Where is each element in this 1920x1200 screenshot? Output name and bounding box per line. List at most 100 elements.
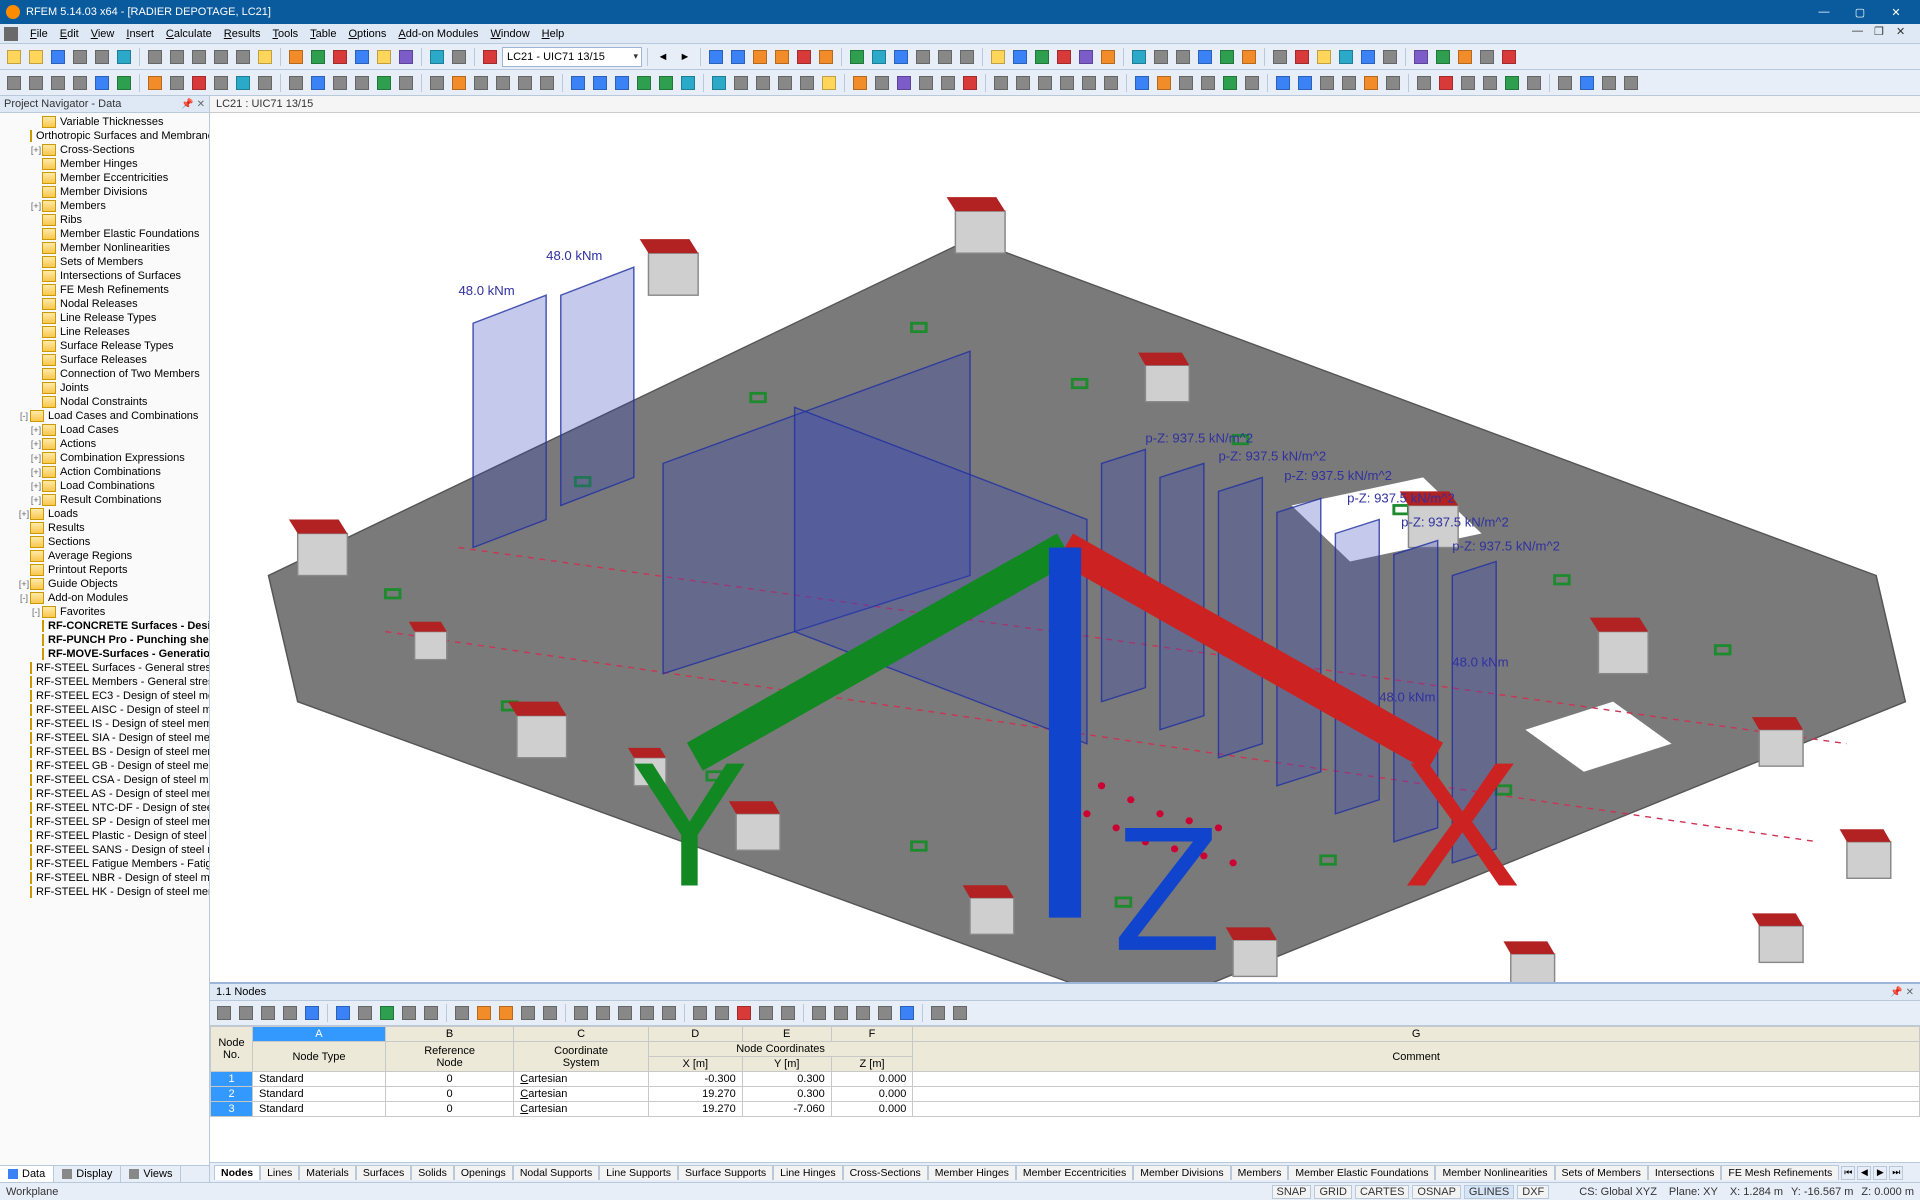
tb2-btn-53[interactable]: [1242, 73, 1262, 93]
tb2-btn-17[interactable]: [396, 73, 416, 93]
table-tb-btn-19[interactable]: [659, 1003, 679, 1023]
tb1b-btn-18[interactable]: [1129, 47, 1149, 67]
tb1a-btn-3[interactable]: [70, 47, 90, 67]
tb2-btn-65[interactable]: [1524, 73, 1544, 93]
tb2-btn-27[interactable]: [634, 73, 654, 93]
tb1b-btn-24[interactable]: [1270, 47, 1290, 67]
tb1a-btn-14[interactable]: [330, 47, 350, 67]
table-tab-member-nonlinearities[interactable]: Member Nonlinearities: [1435, 1165, 1554, 1180]
tree-item[interactable]: Variable Thicknesses: [0, 115, 209, 129]
tree-item[interactable]: Member Elastic Foundations: [0, 227, 209, 241]
tree-item[interactable]: [+]Cross-Sections: [0, 143, 209, 157]
tb2-btn-56[interactable]: [1317, 73, 1337, 93]
table-tb-btn-26[interactable]: [831, 1003, 851, 1023]
tree-item[interactable]: RF-STEEL SIA - Design of steel members…: [0, 731, 209, 745]
tb2-btn-1[interactable]: [26, 73, 46, 93]
tree-item[interactable]: Member Eccentricities: [0, 171, 209, 185]
table-tab-openings[interactable]: Openings: [454, 1165, 513, 1180]
tb2-btn-32[interactable]: [753, 73, 773, 93]
table-tb-btn-1[interactable]: [236, 1003, 256, 1023]
table-tab-nav[interactable]: ◀: [1857, 1166, 1871, 1180]
tb2-btn-29[interactable]: [678, 73, 698, 93]
table-tab-line-supports[interactable]: Line Supports: [599, 1165, 678, 1180]
navigator-tree[interactable]: Variable ThicknessesOrthotropic Surfaces…: [0, 113, 209, 1165]
tb1b-btn-17[interactable]: [1098, 47, 1118, 67]
tb1a-btn-13[interactable]: [308, 47, 328, 67]
table-tb-btn-2[interactable]: [258, 1003, 278, 1023]
tree-item[interactable]: FE Mesh Refinements: [0, 283, 209, 297]
table-tb-btn-10[interactable]: [452, 1003, 472, 1023]
tree-item[interactable]: RF-STEEL EC3 - Design of steel member…: [0, 689, 209, 703]
tb1a-btn-8[interactable]: [189, 47, 209, 67]
tb2-btn-8[interactable]: [189, 73, 209, 93]
table-tb-btn-14[interactable]: [540, 1003, 560, 1023]
menu-calculate[interactable]: Calculate: [160, 26, 218, 42]
tb2-btn-7[interactable]: [167, 73, 187, 93]
tb2-btn-67[interactable]: [1577, 73, 1597, 93]
table-tb-btn-15[interactable]: [571, 1003, 591, 1023]
mdi-minimize[interactable]: —: [1852, 25, 1872, 43]
tree-item[interactable]: Intersections of Surfaces: [0, 269, 209, 283]
tree-item[interactable]: [+]Combination Expressions: [0, 451, 209, 465]
tb2-btn-31[interactable]: [731, 73, 751, 93]
tb2-btn-20[interactable]: [471, 73, 491, 93]
tb1b-btn-3[interactable]: [772, 47, 792, 67]
table-tb-btn-24[interactable]: [778, 1003, 798, 1023]
tb1b-btn-28[interactable]: [1358, 47, 1378, 67]
tb1b-btn-15[interactable]: [1054, 47, 1074, 67]
tb2-btn-35[interactable]: [819, 73, 839, 93]
tree-item[interactable]: Surface Releases: [0, 353, 209, 367]
tb2-btn-37[interactable]: [872, 73, 892, 93]
tb1b-btn-22[interactable]: [1217, 47, 1237, 67]
tree-item[interactable]: Results: [0, 521, 209, 535]
table-grid[interactable]: NodeNo.ABCDEFGNode TypeReferenceNodeCoor…: [210, 1026, 1920, 1162]
tb2-btn-58[interactable]: [1361, 73, 1381, 93]
table-tb-btn-13[interactable]: [518, 1003, 538, 1023]
tb1a-btn-7[interactable]: [167, 47, 187, 67]
table-tab-nav[interactable]: ⏮: [1841, 1166, 1855, 1180]
tb1a-btn-17[interactable]: [396, 47, 416, 67]
tb1b-btn-33[interactable]: [1477, 47, 1497, 67]
tb2-btn-30[interactable]: [709, 73, 729, 93]
tb2-btn-47[interactable]: [1101, 73, 1121, 93]
table-row[interactable]: 2Standard0Cartesian19.2700.3000.000: [211, 1087, 1920, 1102]
tb1b-btn-13[interactable]: [1010, 47, 1030, 67]
next-lc-button[interactable]: ►: [675, 47, 695, 67]
tb2-btn-48[interactable]: [1132, 73, 1152, 93]
tree-item[interactable]: Surface Release Types: [0, 339, 209, 353]
tb1a-btn-19[interactable]: [449, 47, 469, 67]
tb1b-btn-34[interactable]: [1499, 47, 1519, 67]
tb1a-btn-10[interactable]: [233, 47, 253, 67]
table-tb-btn-22[interactable]: [734, 1003, 754, 1023]
tb1b-btn-4[interactable]: [794, 47, 814, 67]
table-tb-btn-0[interactable]: [214, 1003, 234, 1023]
tb1b-btn-21[interactable]: [1195, 47, 1215, 67]
tb2-btn-64[interactable]: [1502, 73, 1522, 93]
tree-item[interactable]: RF-STEEL AS - Design of steel members …: [0, 787, 209, 801]
tree-item[interactable]: Line Releases: [0, 325, 209, 339]
tb2-btn-59[interactable]: [1383, 73, 1403, 93]
tb2-btn-23[interactable]: [537, 73, 557, 93]
table-tb-btn-16[interactable]: [593, 1003, 613, 1023]
table-row[interactable]: 1Standard0Cartesian-0.3000.3000.000: [211, 1072, 1920, 1087]
tb1a-btn-18[interactable]: [427, 47, 447, 67]
tb2-btn-39[interactable]: [916, 73, 936, 93]
tree-item[interactable]: [+]Guide Objects: [0, 577, 209, 591]
tb2-btn-24[interactable]: [568, 73, 588, 93]
tb1b-btn-11[interactable]: [957, 47, 977, 67]
tree-item[interactable]: Orthotropic Surfaces and Membranes: [0, 129, 209, 143]
tree-item[interactable]: [+]Members: [0, 199, 209, 213]
table-tab-cross-sections[interactable]: Cross-Sections: [843, 1165, 928, 1180]
tb2-btn-11[interactable]: [255, 73, 275, 93]
status-toggle-glines[interactable]: GLINES: [1464, 1185, 1514, 1199]
table-tb-btn-12[interactable]: [496, 1003, 516, 1023]
tree-item[interactable]: RF-STEEL NBR - Design of steel member…: [0, 871, 209, 885]
status-toggle-dxf[interactable]: DXF: [1517, 1185, 1549, 1199]
tb1b-btn-10[interactable]: [935, 47, 955, 67]
loadcase-icon[interactable]: [480, 47, 500, 67]
tb2-btn-61[interactable]: [1436, 73, 1456, 93]
tb2-btn-68[interactable]: [1599, 73, 1619, 93]
tb1b-btn-1[interactable]: [728, 47, 748, 67]
tb2-btn-51[interactable]: [1198, 73, 1218, 93]
tb1b-btn-0[interactable]: [706, 47, 726, 67]
